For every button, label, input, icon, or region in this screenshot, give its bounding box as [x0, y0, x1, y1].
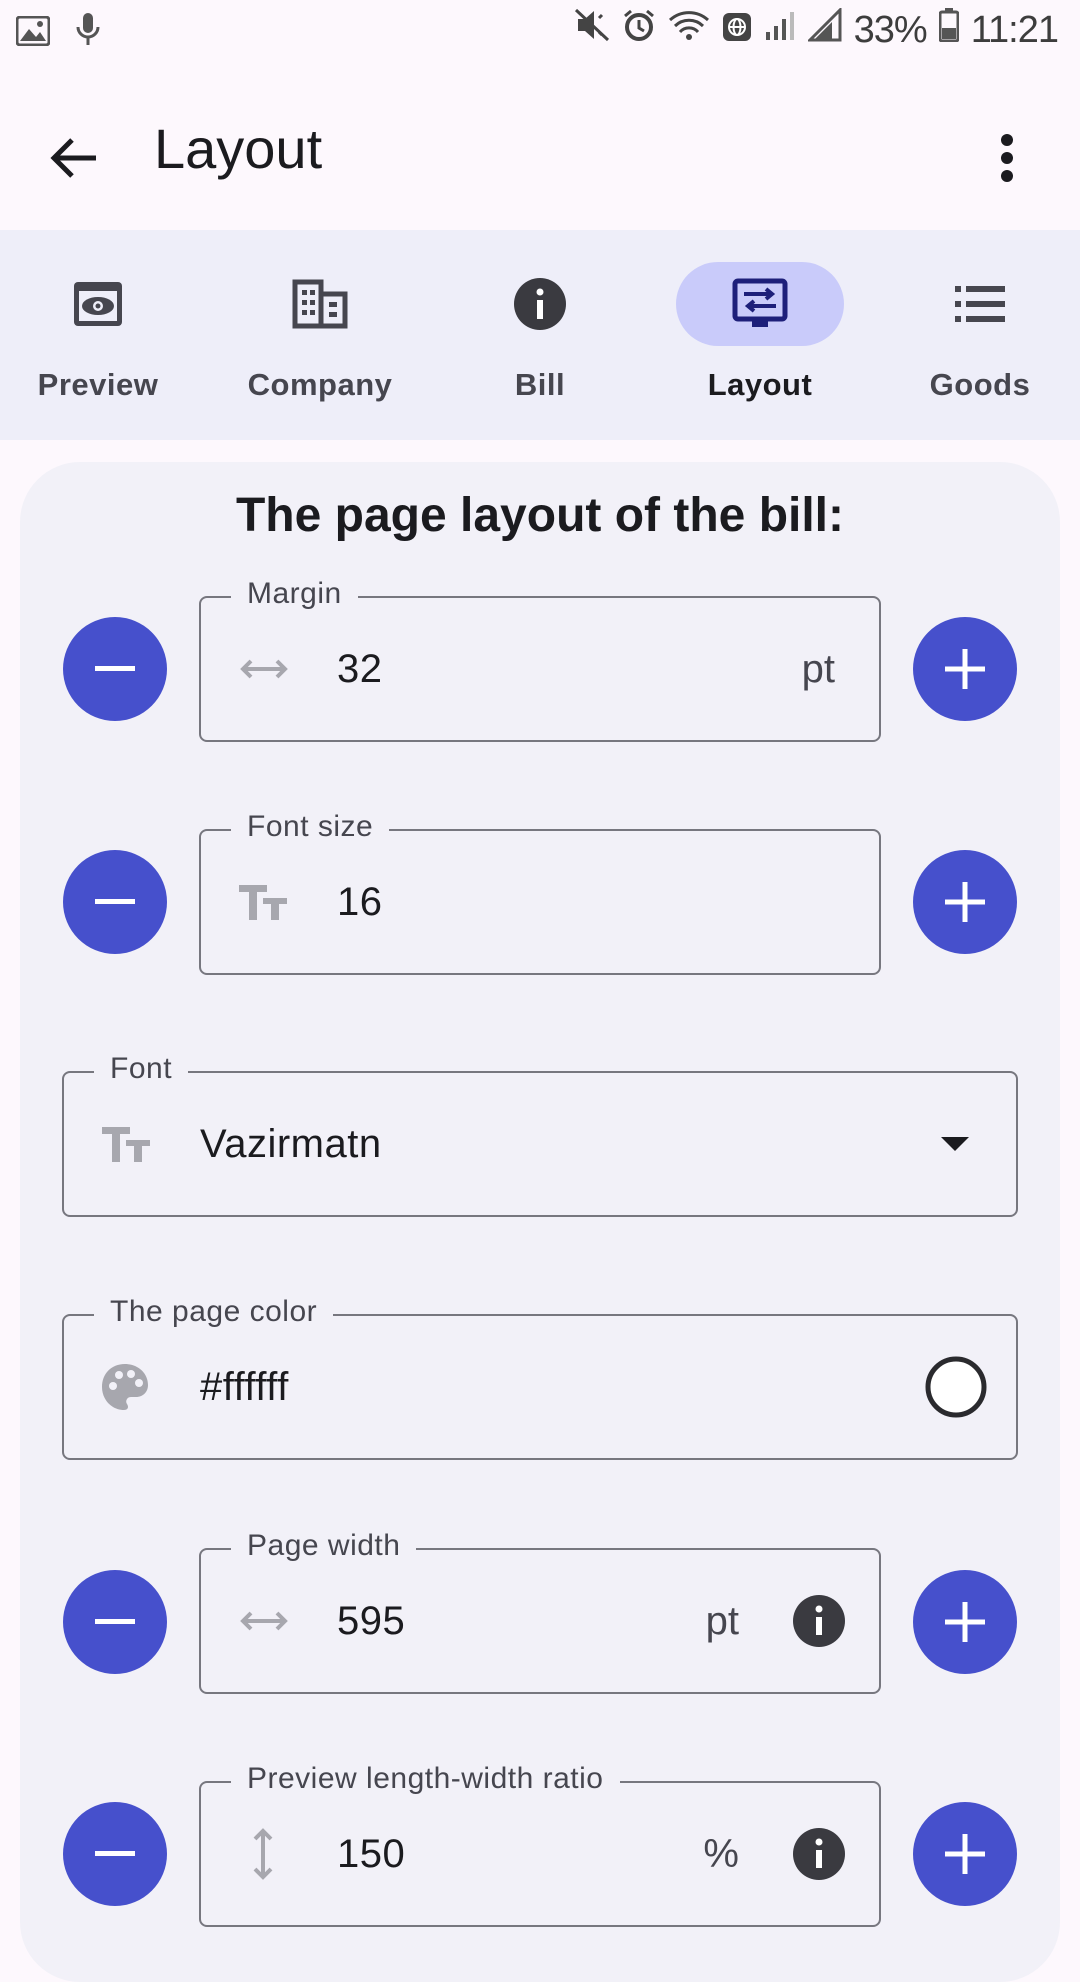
page-width-field[interactable]: Page width 595 pt [199, 1526, 881, 1694]
page-color-value[interactable]: #ffffff [200, 1316, 289, 1458]
globe-icon [722, 9, 752, 52]
dropdown-arrow-icon[interactable] [940, 1073, 970, 1215]
nav-label: Goods [929, 367, 1031, 402]
margin-value[interactable]: 32 [337, 598, 383, 740]
text-size-icon [100, 1073, 152, 1215]
font-size-increase-button[interactable] [913, 850, 1017, 954]
nav-label: Bill [514, 367, 566, 402]
eye-icon [74, 282, 122, 326]
page-width-decrease-button[interactable] [63, 1570, 167, 1674]
signal-2-icon [806, 6, 842, 52]
building-icon [292, 279, 348, 329]
nav-item-bill[interactable]: Bill [440, 262, 640, 422]
margin-decrease-button[interactable] [63, 617, 167, 721]
section-title: The page layout of the bill: [235, 489, 844, 542]
nav-item-company[interactable]: Company [220, 262, 420, 422]
font-size-decrease-button[interactable] [63, 850, 167, 954]
arrow-back-icon [50, 138, 96, 178]
nav-item-preview[interactable]: Preview [0, 262, 198, 422]
font-size-value[interactable]: 16 [337, 831, 383, 973]
vertical-arrows-icon [251, 1783, 275, 1925]
battery-percent: 33% [853, 8, 928, 51]
back-button[interactable] [36, 120, 112, 196]
nav-item-layout[interactable]: Layout [660, 262, 860, 422]
palette-icon [100, 1316, 150, 1458]
preview-ratio-label: Preview length-width ratio [231, 1759, 620, 1799]
margin-unit: pt [801, 646, 835, 691]
plus-icon [945, 1602, 985, 1642]
plus-icon [945, 882, 985, 922]
mute-icon [574, 8, 610, 52]
alarm-icon [622, 8, 656, 52]
page-width-value[interactable]: 595 [337, 1550, 405, 1692]
nav-indicator [896, 262, 1064, 346]
list-icon [955, 286, 1005, 322]
nav-item-goods[interactable]: Goods [880, 262, 1080, 422]
preview-ratio-unit: % [703, 1831, 739, 1876]
nav-indicator [236, 262, 404, 346]
plus-icon [945, 1834, 985, 1874]
minus-icon [95, 1851, 135, 1856]
page-width-unit: pt [705, 1598, 739, 1643]
battery-icon [938, 8, 960, 52]
top-app-bar: Layout [0, 64, 1080, 230]
text-size-icon [237, 831, 289, 973]
preview-ratio-info-button[interactable] [793, 1783, 845, 1925]
margin-field[interactable]: Margin 32 pt [199, 574, 881, 742]
color-swatch[interactable] [924, 1316, 988, 1458]
signal-icon [764, 9, 796, 52]
nav-label: Preview [37, 367, 159, 402]
font-select[interactable]: Font Vazirmatn [62, 1049, 1018, 1217]
plus-icon [945, 649, 985, 689]
more-options-button[interactable] [982, 120, 1032, 196]
page-title: Layout [154, 117, 323, 180]
clock: 11:21 [970, 8, 1059, 51]
nav-label: Layout [707, 367, 813, 402]
margin-increase-button[interactable] [913, 617, 1017, 721]
nav-indicator [14, 262, 182, 346]
info-icon [793, 1828, 845, 1880]
microphone-icon [76, 12, 100, 56]
font-size-field[interactable]: Font size 16 [199, 807, 881, 975]
ratio-decrease-button[interactable] [63, 1802, 167, 1906]
horizontal-arrows-icon [239, 1550, 289, 1692]
minus-icon [95, 1619, 135, 1624]
info-icon [793, 1595, 845, 1647]
wifi-icon [668, 8, 710, 52]
navigation-bar: Preview Company Bill Layout Goods [0, 230, 1080, 440]
layout-icon [732, 278, 788, 327]
preview-ratio-field[interactable]: Preview length-width ratio 150 % [199, 1759, 881, 1927]
font-value: Vazirmatn [200, 1121, 382, 1166]
preview-ratio-value[interactable]: 150 [337, 1783, 405, 1925]
info-icon [514, 278, 566, 330]
more-vert-icon [1001, 134, 1013, 182]
page-width-increase-button[interactable] [913, 1570, 1017, 1674]
status-bar: 33% 11:21 [0, 0, 1080, 64]
nav-label: Company [247, 367, 393, 402]
minus-icon [95, 899, 135, 904]
nav-indicator [456, 262, 624, 346]
page-color-field[interactable]: The page color #ffffff [62, 1292, 1018, 1460]
gallery-notification-icon [15, 13, 51, 56]
horizontal-arrows-icon [239, 598, 289, 740]
ratio-increase-button[interactable] [913, 1802, 1017, 1906]
page-width-info-button[interactable] [793, 1550, 845, 1692]
nav-indicator [676, 262, 844, 346]
minus-icon [95, 666, 135, 671]
